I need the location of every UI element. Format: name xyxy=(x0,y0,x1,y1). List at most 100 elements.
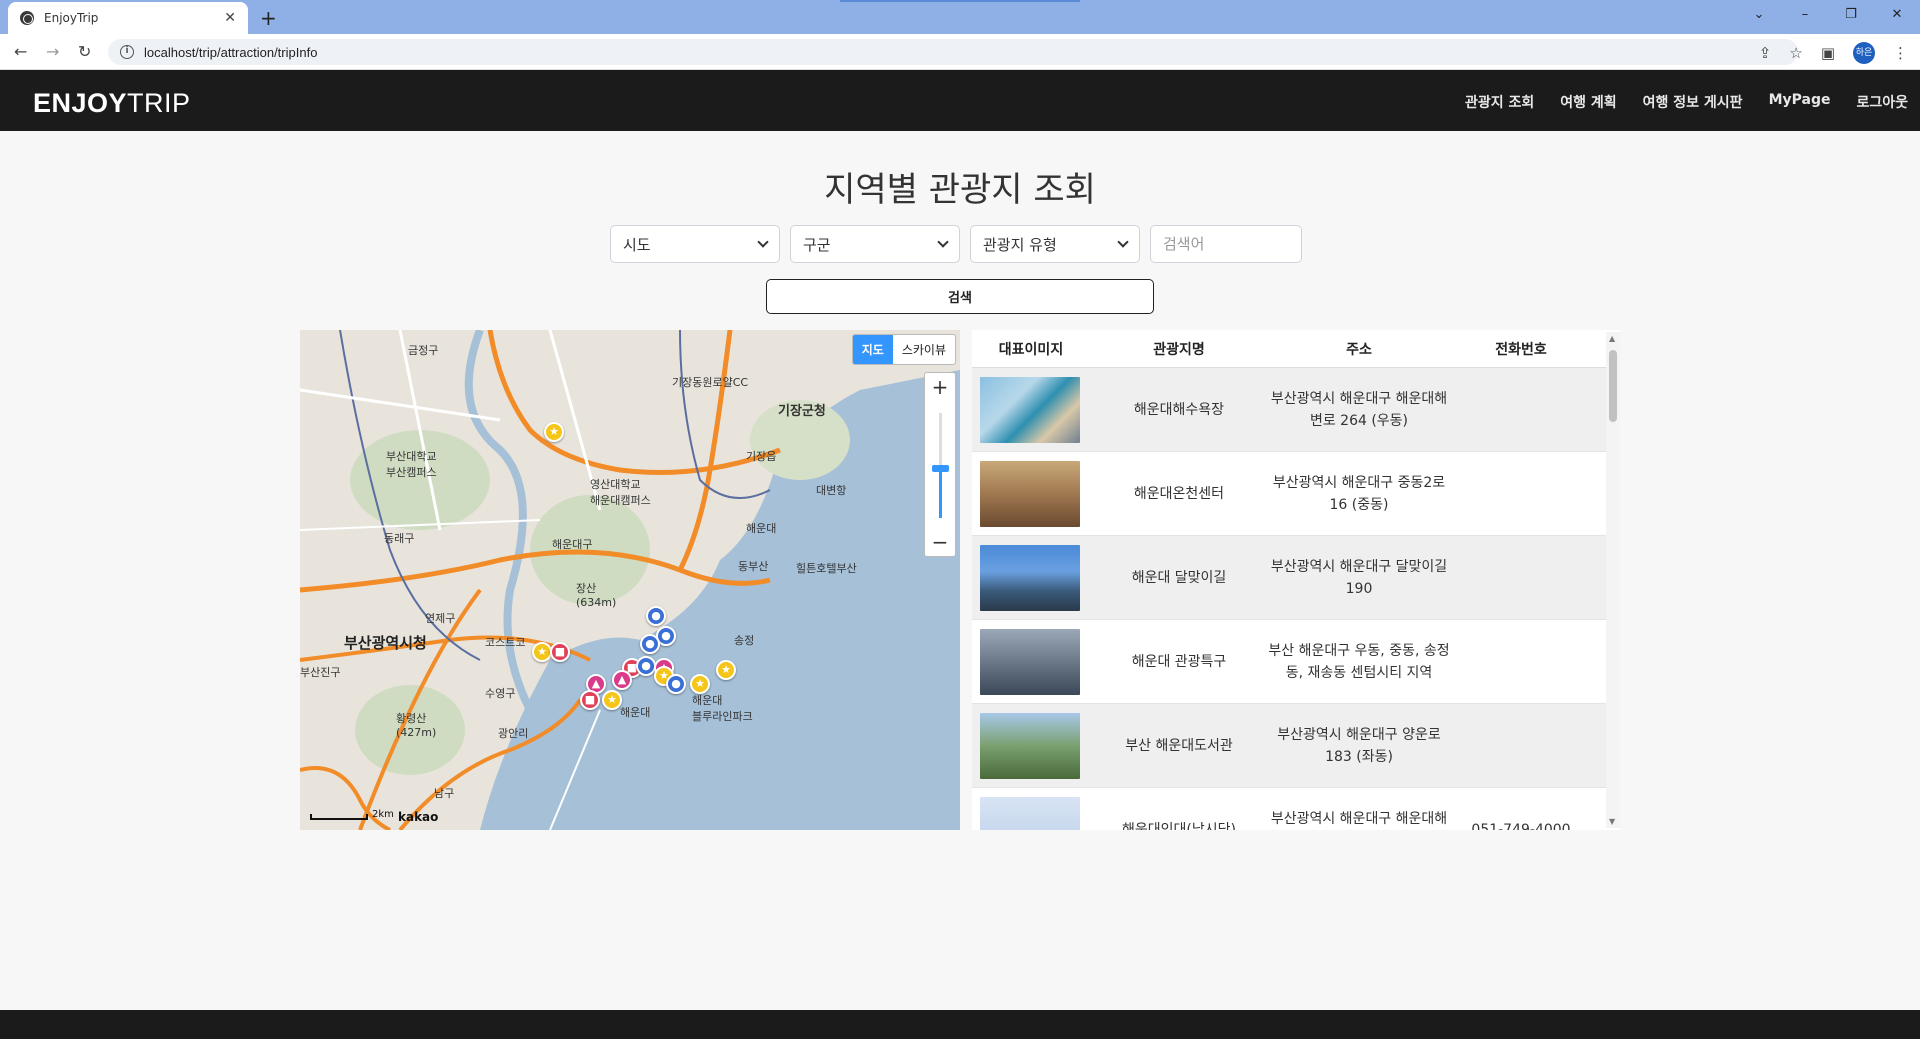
map-marker[interactable]: ● xyxy=(636,656,656,676)
gugun-select-value: 구군 xyxy=(803,235,831,254)
map-label-pnu: 부산대학교 부산캠퍼스 xyxy=(386,450,437,479)
attraction-address: 부산광역시 해운대구 해운대해변로 264 (우동) xyxy=(1270,390,1448,429)
tab-title: EnjoyTrip xyxy=(44,11,99,25)
map-scale-bar xyxy=(310,814,368,820)
menu-mypage[interactable]: MyPage xyxy=(1769,92,1831,112)
browser-tab[interactable]: EnjoyTrip ✕ xyxy=(8,2,248,34)
map-label-dongbu: 동부산 xyxy=(738,560,769,573)
map-marker[interactable]: ● xyxy=(666,674,686,694)
table-row[interactable]: 해운대 관광특구 부산 해운대구 우동, 중동, 송정동, 재송동 센텀시티 지… xyxy=(972,620,1620,704)
restore-icon[interactable]: ❐ xyxy=(1828,0,1874,30)
menu-attraction-search[interactable]: 관광지 조회 xyxy=(1465,92,1534,112)
header-name: 관광지명 xyxy=(1153,341,1205,358)
attraction-address: 부산광역시 해운대구 양운로 183 (좌동) xyxy=(1277,726,1441,765)
map-label-songjeong: 송정 xyxy=(734,634,755,647)
scroll-down-arrow-icon[interactable]: ▼ xyxy=(1609,817,1615,826)
map-base-layer xyxy=(300,330,960,830)
browser-tab-bar: EnjoyTrip ✕ + ⌄ – ❐ ✕ xyxy=(0,0,1920,34)
more-menu-icon[interactable]: ⋮ xyxy=(1893,44,1908,62)
site-navbar: ENJOYTRIP 관광지 조회 여행 계획 여행 정보 게시판 MyPage … xyxy=(0,70,1920,131)
map-type-roadmap-button[interactable]: 지도 xyxy=(852,335,893,364)
table-row[interactable]: 해운대 달맞이길 부산광역시 해운대구 달맞이길 190 xyxy=(972,536,1620,620)
map-marker[interactable]: ■ xyxy=(550,642,570,662)
map-marker[interactable]: ★ xyxy=(544,422,564,442)
thumbnail-cell xyxy=(972,712,1090,779)
thumbnail-cell xyxy=(972,544,1090,611)
menu-trip-board[interactable]: 여행 정보 게시판 xyxy=(1643,92,1743,112)
map-marker[interactable]: ★ xyxy=(602,690,622,710)
content-type-select-value: 관광지 유형 xyxy=(983,235,1057,254)
back-icon[interactable]: ← xyxy=(14,42,27,61)
keyword-input[interactable] xyxy=(1150,225,1302,263)
map-label-gijang-cc: 기장동원로얄CC xyxy=(672,376,749,389)
attraction-address: 부산 해운대구 우동, 중동, 송정동, 재송동 센텀시티 지역 xyxy=(1268,642,1450,681)
tab-search-icon[interactable]: ⌄ xyxy=(1736,0,1782,30)
map-marker[interactable]: ★ xyxy=(690,674,710,694)
table-scrollbar[interactable]: ▲ ▼ xyxy=(1606,332,1620,828)
bookmark-star-icon[interactable]: ☆ xyxy=(1789,44,1802,62)
window-controls: ⌄ – ❐ ✕ xyxy=(1736,0,1920,30)
close-window-icon[interactable]: ✕ xyxy=(1874,0,1920,30)
zoom-slider-handle[interactable] xyxy=(932,465,949,472)
attraction-thumbnail xyxy=(980,712,1080,779)
map-label-jangsan: 장산 (634m) xyxy=(576,582,617,609)
close-tab-icon[interactable]: ✕ xyxy=(224,10,236,26)
table-row[interactable]: 부산 해운대도서관 부산광역시 해운대구 양운로 183 (좌동) xyxy=(972,704,1620,788)
url-field[interactable]: i localhost/trip/attraction/tripInfo xyxy=(108,39,1798,65)
reload-icon[interactable]: ↻ xyxy=(78,42,91,61)
search-button[interactable]: 검색 xyxy=(766,279,1154,314)
map-marker[interactable]: ● xyxy=(640,634,660,654)
scroll-up-arrow-icon[interactable]: ▲ xyxy=(1609,334,1615,343)
attraction-address: 부산광역시 해운대구 중동2로 16 (중동) xyxy=(1272,474,1446,513)
chevron-down-icon xyxy=(1117,236,1129,248)
content-type-select[interactable]: 관광지 유형 xyxy=(970,225,1140,263)
minimize-icon[interactable]: – xyxy=(1782,0,1828,30)
main-menu: 관광지 조회 여행 계획 여행 정보 게시판 MyPage 로그아웃 xyxy=(1465,92,1908,112)
sido-select[interactable]: 시도 xyxy=(610,225,780,263)
attraction-name: 해운대 달맞이길 xyxy=(1131,569,1227,586)
attraction-name: 해운대해수욕장 xyxy=(1133,401,1225,418)
map-marker[interactable]: ● xyxy=(646,606,666,626)
zoom-in-button[interactable]: + xyxy=(925,375,955,399)
table-row[interactable]: 해운대인대(남시단) 부산광역시 해운대구 해운대해변로 264 (우 051-… xyxy=(972,788,1620,830)
map-marker[interactable]: ★ xyxy=(716,660,736,680)
scroll-thumb[interactable] xyxy=(1609,350,1617,422)
address-bar: ← → ↻ i localhost/trip/attraction/tripIn… xyxy=(0,34,1920,70)
chevron-down-icon xyxy=(937,236,949,248)
share-icon[interactable]: ⇪ xyxy=(1759,44,1772,62)
map-marker[interactable]: ■ xyxy=(580,690,600,710)
forward-icon[interactable]: → xyxy=(46,42,59,61)
menu-logout[interactable]: 로그아웃 xyxy=(1856,92,1908,112)
search-filters: 시도 구군 관광지 유형 xyxy=(610,225,1302,263)
map-label-haeundae: 해운대 xyxy=(620,706,651,719)
attraction-thumbnail xyxy=(980,796,1080,830)
side-panel-icon[interactable]: ▣ xyxy=(1821,44,1835,62)
info-icon[interactable]: i xyxy=(120,45,134,59)
menu-trip-plan[interactable]: 여행 계획 xyxy=(1560,92,1616,112)
table-row[interactable]: 해운대온천센터 부산광역시 해운대구 중동2로 16 (중동) xyxy=(972,452,1620,536)
map-marker[interactable]: ▲ xyxy=(612,670,632,690)
kakao-map[interactable]: 금정구 기장군청 기장동원로얄CC 부산대학교 부산캠퍼스 영산대학교 해운대캠… xyxy=(300,330,960,830)
map-label-busan-city-hall: 부산광역시청 xyxy=(344,634,427,652)
new-tab-icon[interactable]: + xyxy=(260,6,277,30)
map-label-hilton: 힐튼호텔부산 xyxy=(796,562,857,575)
site-logo[interactable]: ENJOYTRIP xyxy=(33,88,191,119)
map-label-haeundae-ic: 해운대 xyxy=(746,522,777,535)
profile-avatar[interactable]: 하은 xyxy=(1853,42,1875,64)
tab-indicator xyxy=(840,0,1080,2)
map-label-blueline: 해운대 블루라인파크 xyxy=(692,694,753,723)
thumbnail-cell xyxy=(972,376,1090,443)
thumbnail-cell xyxy=(972,460,1090,527)
map-type-skyview-button[interactable]: 스카이뷰 xyxy=(893,335,955,364)
attraction-table: 대표이미지 관광지명 주소 전화번호 해운대해수욕장 부산광역시 해운대구 해운… xyxy=(972,330,1620,830)
zoom-out-button[interactable]: − xyxy=(925,530,955,554)
table-row[interactable]: 해운대해수욕장 부산광역시 해운대구 해운대해변로 264 (우동) xyxy=(972,368,1620,452)
map-label-geumjeong: 금정구 xyxy=(408,344,439,357)
sido-select-value: 시도 xyxy=(623,235,651,254)
map-label-youngsan: 영산대학교 해운대캠퍼스 xyxy=(590,478,651,507)
map-label-yeonje: 연제구 xyxy=(425,612,456,625)
attraction-name: 부산 해운대도서관 xyxy=(1125,737,1233,754)
gugun-select[interactable]: 구군 xyxy=(790,225,960,263)
map-label-daebyeon: 대변항 xyxy=(816,484,847,497)
map-marker[interactable]: ★ xyxy=(532,642,552,662)
